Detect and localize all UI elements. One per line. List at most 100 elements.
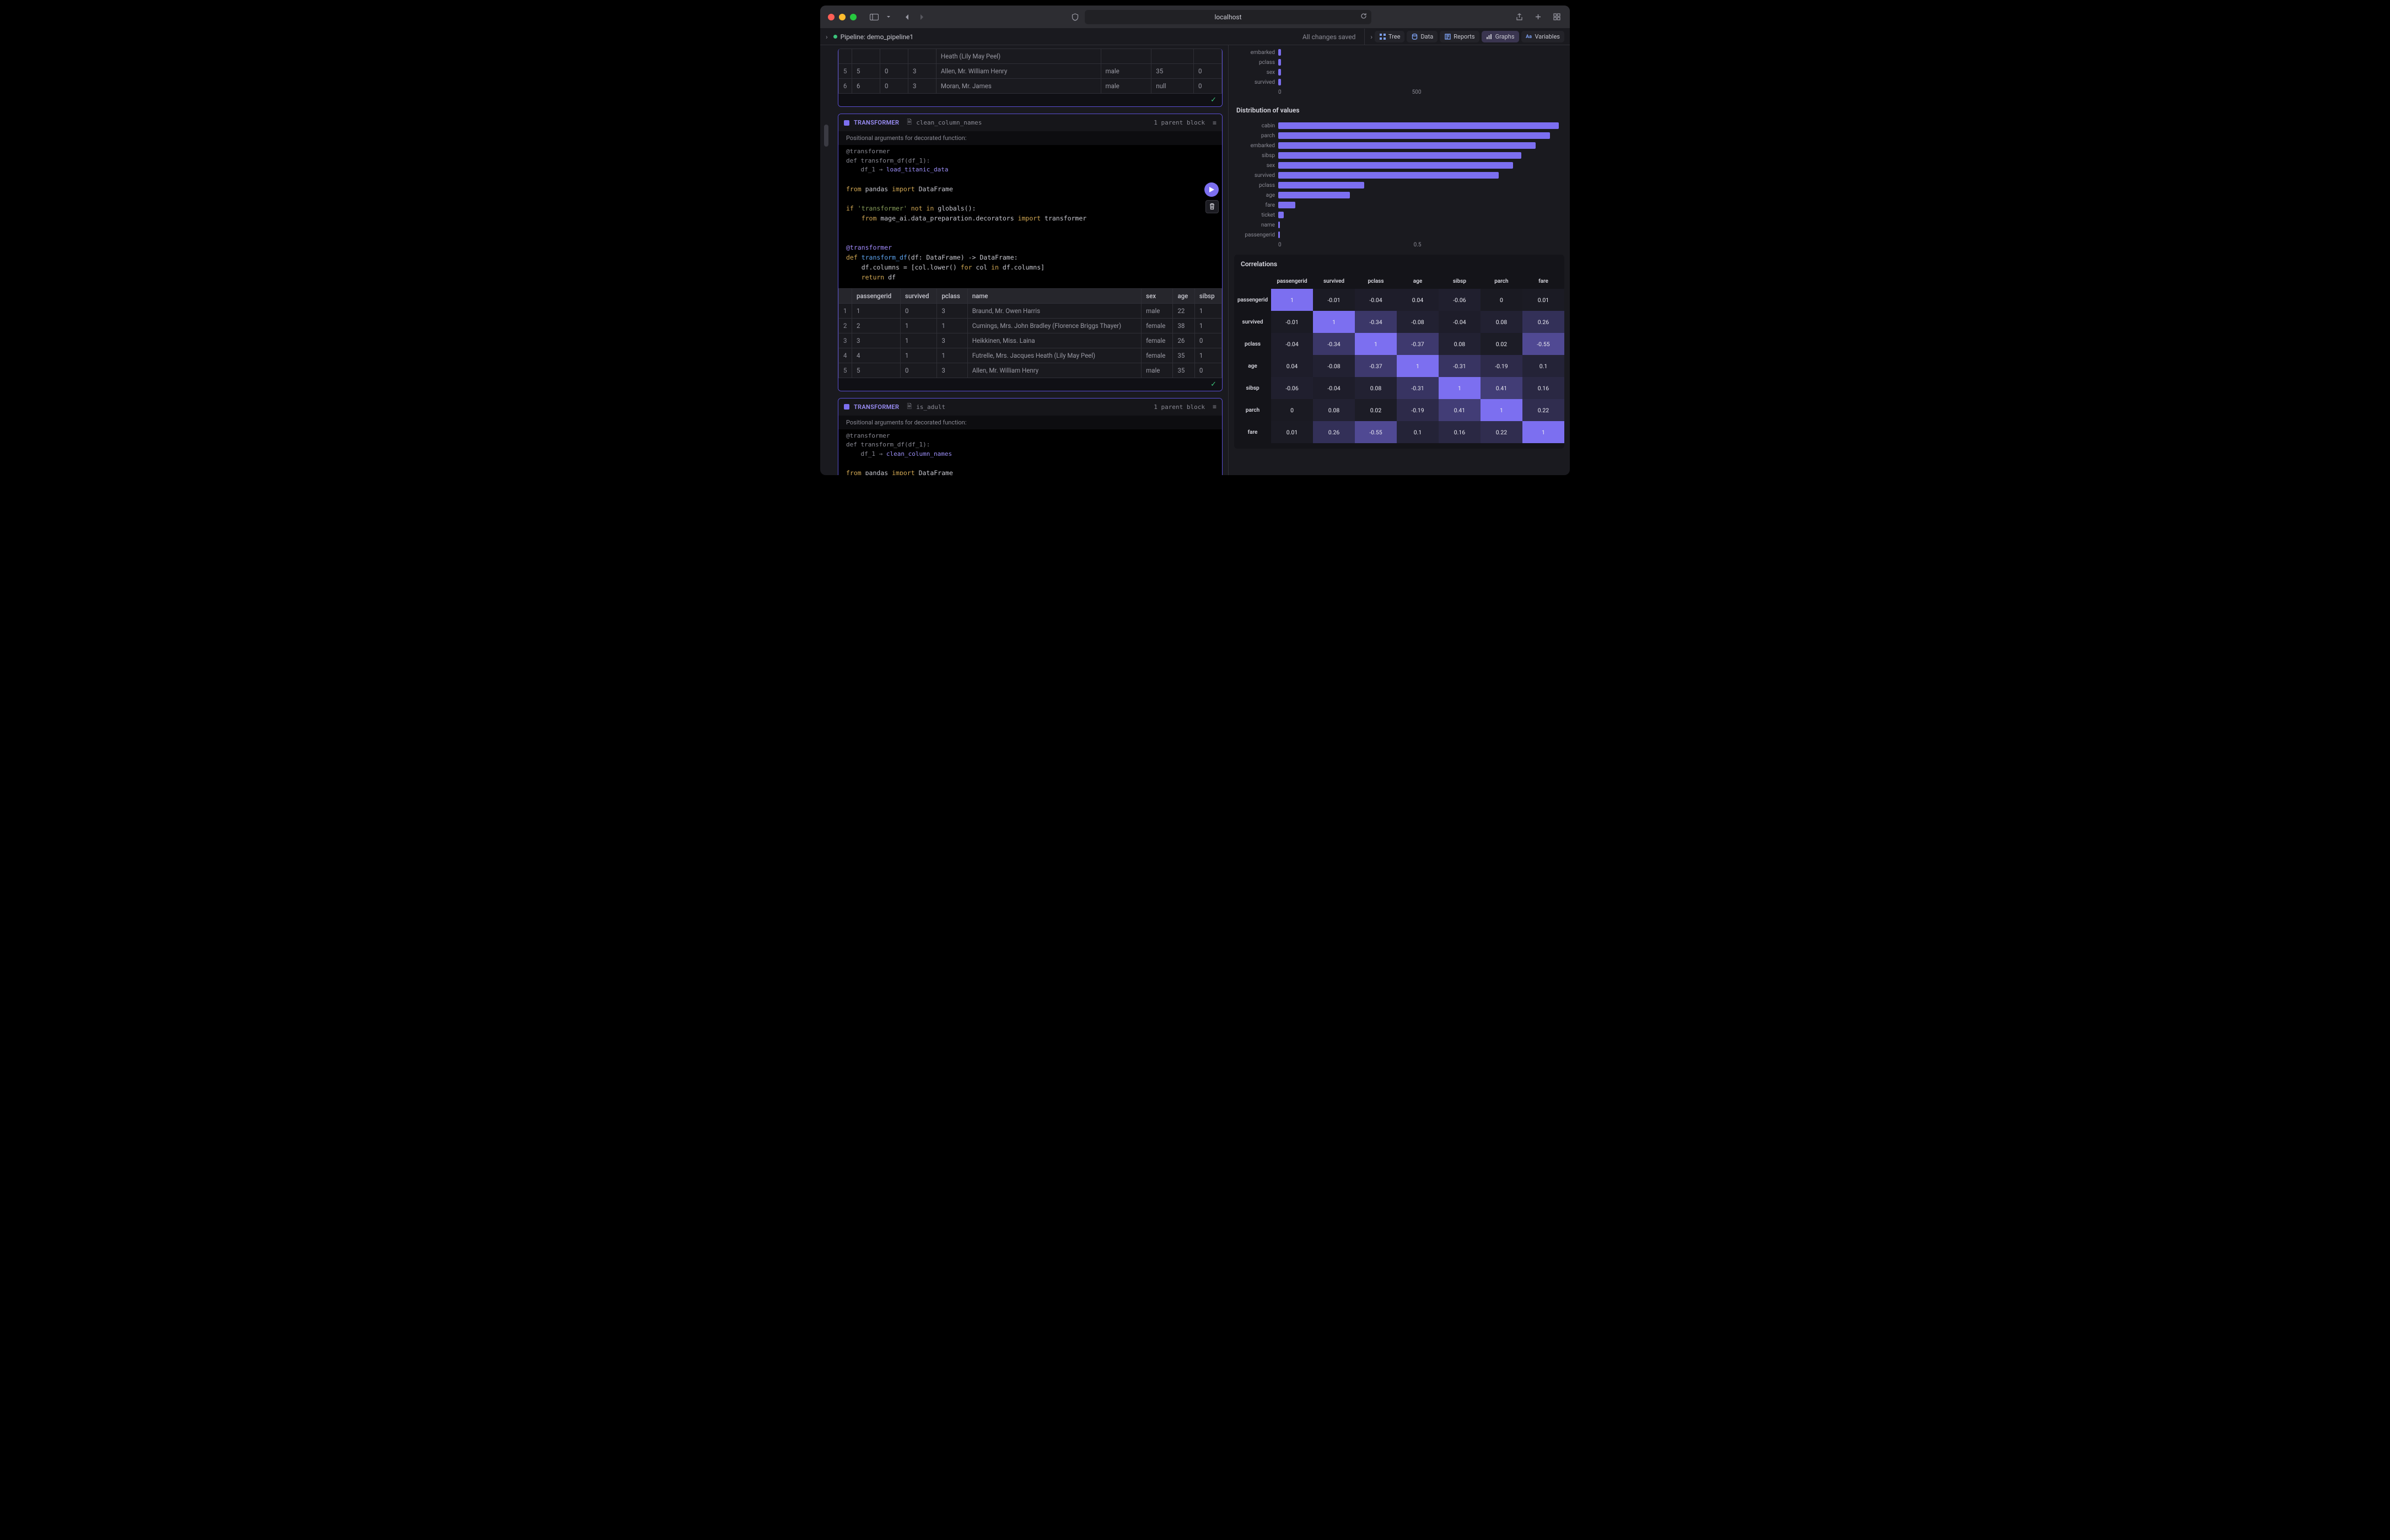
corr-col-header: age bbox=[1397, 273, 1439, 289]
back-button[interactable] bbox=[902, 12, 913, 23]
tab-variables[interactable]: Aa Variables bbox=[1521, 31, 1565, 42]
bar-row: passengerid bbox=[1234, 230, 1564, 240]
reload-icon[interactable] bbox=[1360, 13, 1367, 21]
bar-fill bbox=[1278, 122, 1559, 129]
bar-label: name bbox=[1234, 222, 1275, 228]
corr-cell: 0.1 bbox=[1522, 355, 1564, 377]
code-pane[interactable]: Heath (Lily May Peel)5503Allen, Mr. Will… bbox=[820, 45, 1228, 475]
corr-cell: -0.55 bbox=[1522, 333, 1564, 355]
tab-graphs[interactable]: Graphs bbox=[1482, 31, 1519, 42]
corr-col-header: fare bbox=[1522, 273, 1564, 289]
corr-cell: -0.34 bbox=[1355, 311, 1397, 333]
bar-fill bbox=[1278, 222, 1280, 228]
run-button[interactable] bbox=[1204, 182, 1219, 197]
block-type-label: TRANSFORMER bbox=[854, 403, 899, 411]
block-menu-icon[interactable]: ≡ bbox=[1213, 403, 1216, 411]
expand-right-icon[interactable]: › bbox=[1370, 33, 1372, 41]
column-header: passengerid bbox=[852, 288, 901, 303]
corr-cell: 0.08 bbox=[1355, 377, 1397, 399]
corr-row-header: fare bbox=[1234, 421, 1271, 443]
graphs-pane[interactable]: embarkedpclasssexsurvived 0500 Distribut… bbox=[1228, 45, 1570, 475]
corr-cell: 0.04 bbox=[1397, 289, 1439, 311]
hint-label: Positional arguments for decorated funct… bbox=[838, 131, 1222, 145]
tab-tree[interactable]: Tree bbox=[1375, 31, 1404, 42]
corr-cell: 0.04 bbox=[1271, 355, 1313, 377]
corr-cell: 1 bbox=[1397, 355, 1439, 377]
bar-fill bbox=[1278, 202, 1295, 208]
table-row: 3313Heikkinen, Miss. Lainafemale260 bbox=[839, 333, 1222, 348]
corr-cell: 1 bbox=[1439, 377, 1481, 399]
code-editor[interactable]: from pandas import DataFrame if 'transfo… bbox=[838, 179, 1222, 288]
corr-cell: 0.16 bbox=[1439, 421, 1481, 443]
new-tab-icon[interactable] bbox=[1532, 12, 1543, 23]
bar-fill bbox=[1278, 142, 1536, 149]
file-icon: 🗎 bbox=[907, 117, 912, 128]
corr-cell: 0 bbox=[1271, 399, 1313, 421]
bar-label: ticket bbox=[1234, 212, 1275, 218]
corr-cell: 0.22 bbox=[1481, 421, 1522, 443]
corr-cell: 0.41 bbox=[1439, 399, 1481, 421]
maximize-window-button[interactable] bbox=[850, 14, 857, 20]
corr-cell: -0.04 bbox=[1355, 289, 1397, 311]
corr-cell: -0.08 bbox=[1313, 355, 1355, 377]
forward-button[interactable] bbox=[916, 12, 927, 23]
side-tabs: Tree Data Reports Graphs Aa Variables bbox=[1375, 31, 1564, 42]
block-clean-column-names: TRANSFORMER 🗎 clean_column_names 1 paren… bbox=[838, 114, 1223, 391]
shield-icon[interactable] bbox=[1069, 12, 1080, 23]
bar-label: survived bbox=[1234, 173, 1275, 179]
output-table: passengeridsurvivedpclassnamesexagesibsp… bbox=[838, 288, 1222, 378]
sidebar-toggle-icon[interactable] bbox=[869, 12, 880, 23]
corr-cell: -0.55 bbox=[1355, 421, 1397, 443]
bar-row: cabin bbox=[1234, 121, 1564, 131]
corr-cell: -0.08 bbox=[1397, 311, 1439, 333]
traffic-lights bbox=[828, 14, 857, 20]
tab-data[interactable]: Data bbox=[1407, 31, 1438, 42]
bar-label: pclass bbox=[1234, 182, 1275, 189]
column-header: age bbox=[1173, 288, 1194, 303]
corr-cell: 0.41 bbox=[1481, 377, 1522, 399]
corr-cell: -0.01 bbox=[1313, 289, 1355, 311]
tabs-overview-icon[interactable] bbox=[1551, 12, 1562, 23]
block-menu-icon[interactable]: ≡ bbox=[1213, 119, 1216, 127]
corr-cell: 1 bbox=[1522, 421, 1564, 443]
corr-cell: -0.04 bbox=[1271, 333, 1313, 355]
corr-cell: -0.19 bbox=[1481, 355, 1522, 377]
delete-button[interactable] bbox=[1205, 200, 1219, 213]
parent-block-label: 1 parent block bbox=[1154, 119, 1205, 126]
bar-row: parch bbox=[1234, 131, 1564, 141]
correlation-table: passengeridsurvivedpclassagesibspparchfa… bbox=[1234, 273, 1564, 443]
corr-cell: 1 bbox=[1355, 333, 1397, 355]
correlations-title: Correlations bbox=[1234, 255, 1564, 273]
corr-row-header: pclass bbox=[1234, 333, 1271, 355]
bar-row: name bbox=[1234, 220, 1564, 230]
corr-cell: 0.02 bbox=[1355, 399, 1397, 421]
bar-label: parch bbox=[1234, 133, 1275, 139]
tab-reports-label: Reports bbox=[1454, 33, 1474, 40]
corr-row-header: survived bbox=[1234, 311, 1271, 333]
tab-reports[interactable]: Reports bbox=[1440, 31, 1479, 42]
parent-block-label: 1 parent block bbox=[1154, 403, 1205, 411]
app-bar: › Pipeline: demo_pipeline1 All changes s… bbox=[820, 29, 1570, 45]
corr-cell: -0.01 bbox=[1271, 311, 1313, 333]
share-icon[interactable] bbox=[1514, 12, 1525, 23]
bar-fill bbox=[1278, 152, 1521, 159]
table-row: 5503Allen, Mr. William Henrymale350 bbox=[839, 64, 1222, 79]
hint-code: @transformer def transform_df(df_1): df_… bbox=[838, 429, 1222, 464]
corr-cell: -0.31 bbox=[1397, 377, 1439, 399]
scroll-gutter[interactable] bbox=[822, 49, 830, 472]
bar-label: embarked bbox=[1234, 50, 1275, 56]
bar-label: sibsp bbox=[1234, 153, 1275, 159]
expand-sidebar-icon[interactable]: › bbox=[826, 33, 828, 41]
bar-row: sibsp bbox=[1234, 150, 1564, 160]
column-header: pclass bbox=[937, 288, 967, 303]
code-editor[interactable]: from pandas import DataFrame bbox=[838, 463, 1222, 475]
chevron-down-icon[interactable] bbox=[883, 12, 894, 23]
url-bar[interactable]: localhost bbox=[1085, 10, 1371, 24]
variables-icon: Aa bbox=[1526, 34, 1532, 40]
minimize-window-button[interactable] bbox=[839, 14, 846, 20]
bar-row: age bbox=[1234, 190, 1564, 200]
bar-row: embarked bbox=[1234, 141, 1564, 150]
corr-cell: 1 bbox=[1271, 289, 1313, 311]
close-window-button[interactable] bbox=[828, 14, 835, 20]
bar-fill bbox=[1278, 132, 1550, 139]
